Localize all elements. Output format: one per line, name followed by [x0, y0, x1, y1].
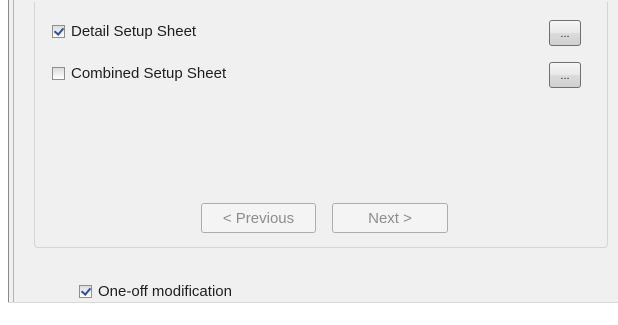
one-off-modification-label: One-off modification: [98, 283, 232, 300]
next-button[interactable]: Next >: [332, 203, 448, 233]
previous-button[interactable]: < Previous: [201, 203, 316, 233]
detail-setup-sheet-checkbox[interactable]: [52, 25, 65, 38]
one-off-modification-option[interactable]: One-off modification: [79, 283, 232, 300]
panel-bottom-divider: [8, 302, 618, 303]
one-off-modification-checkbox[interactable]: [79, 285, 92, 298]
combined-setup-sheet-option[interactable]: Combined Setup Sheet: [52, 65, 226, 82]
combined-setup-sheet-label: Combined Setup Sheet: [71, 65, 227, 82]
detail-setup-sheet-option[interactable]: Detail Setup Sheet: [52, 23, 196, 40]
detail-setup-sheet-label: Detail Setup Sheet: [71, 23, 197, 40]
combined-setup-sheet-browse-button[interactable]: ...: [549, 62, 581, 88]
detail-setup-sheet-browse-button[interactable]: ...: [549, 20, 581, 46]
combined-setup-sheet-checkbox[interactable]: [52, 67, 65, 80]
